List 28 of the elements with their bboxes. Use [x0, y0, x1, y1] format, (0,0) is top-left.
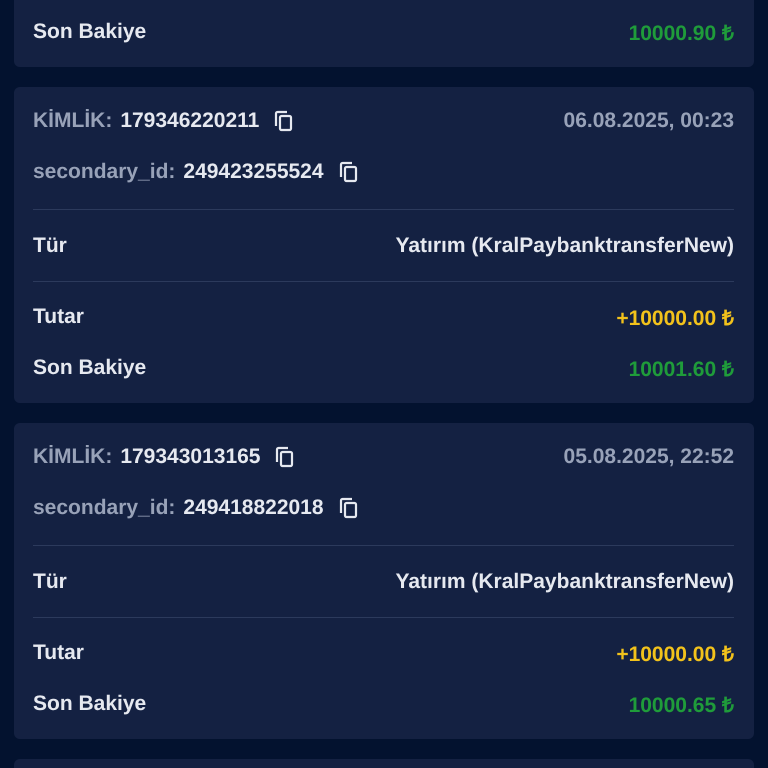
- date-text: 06.08.2025, 00:23: [564, 109, 734, 133]
- amount-label: Tutar: [33, 305, 84, 329]
- amount-value: +10000.00 ₺: [616, 306, 734, 331]
- id-label: KİMLİK:: [33, 109, 112, 133]
- amount-value: +10000.00 ₺: [616, 642, 734, 667]
- type-label: Tür: [33, 234, 67, 258]
- copy-icon[interactable]: [274, 446, 294, 468]
- date-text: 05.08.2025, 22:52: [564, 445, 734, 469]
- id-value: 179346220211: [120, 109, 260, 133]
- balance-value: 10000.65 ₺: [628, 693, 734, 718]
- copy-icon[interactable]: [338, 497, 358, 519]
- id-label: KİMLİK:: [33, 445, 112, 469]
- balance-label: Son Bakiye: [33, 20, 146, 44]
- id-label: secondary_id:: [33, 496, 176, 520]
- balance-label: Son Bakiye: [33, 692, 146, 716]
- id-value: 179343013165: [120, 445, 260, 469]
- copy-icon[interactable]: [273, 110, 294, 132]
- balance-value: 10000.90 ₺: [628, 21, 734, 46]
- balance-value: 10001.60 ₺: [628, 357, 734, 382]
- id-value: 249418822018: [183, 496, 324, 520]
- type-value: Yatırım (KralPaybanktransferNew): [396, 570, 734, 594]
- id-label: secondary_id:: [33, 160, 176, 184]
- amount-label: Tutar: [33, 641, 84, 665]
- type-label: Tür: [33, 570, 67, 594]
- type-value: Yatırım (KralPaybanktransferNew): [396, 234, 734, 258]
- copy-icon[interactable]: [338, 161, 358, 183]
- id-value: 249423255524: [183, 160, 324, 184]
- balance-label: Son Bakiye: [33, 356, 146, 380]
